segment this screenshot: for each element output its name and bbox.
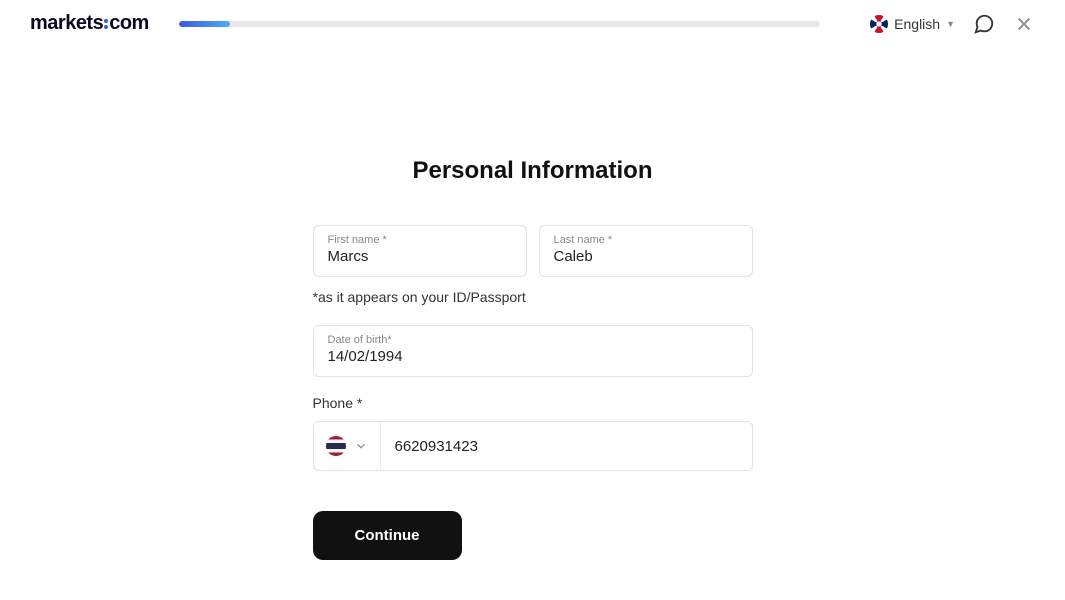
dob-input[interactable] <box>328 348 738 365</box>
continue-button[interactable]: Continue <box>313 511 462 560</box>
logo-text-2: com <box>109 12 149 35</box>
id-helper-text: *as it appears on your ID/Passport <box>313 289 753 305</box>
first-name-label: First name * <box>328 234 512 246</box>
progress-bar <box>179 21 820 27</box>
header: markets com English ▼ <box>0 0 1065 47</box>
dob-field[interactable]: Date of birth* <box>313 325 753 377</box>
first-name-input[interactable] <box>328 248 512 265</box>
language-label: English <box>894 16 940 32</box>
logo-text-1: markets <box>30 12 103 35</box>
language-selector[interactable]: English ▼ <box>870 15 955 33</box>
page-title: Personal Information <box>313 157 753 185</box>
chevron-down-icon: ▼ <box>946 19 955 29</box>
phone-field <box>313 421 753 471</box>
form-container: Personal Information First name * Last n… <box>313 157 753 560</box>
last-name-input[interactable] <box>554 248 738 265</box>
brand-logo: markets com <box>30 12 149 35</box>
phone-section-label: Phone * <box>313 395 753 411</box>
last-name-label: Last name * <box>554 234 738 246</box>
last-name-field[interactable]: Last name * <box>539 225 753 277</box>
close-icon[interactable] <box>1013 13 1035 35</box>
logo-colon-icon <box>104 19 108 29</box>
uk-flag-icon <box>870 15 888 33</box>
dob-label: Date of birth* <box>328 334 738 346</box>
thailand-flag-icon <box>326 436 346 456</box>
first-name-field[interactable]: First name * <box>313 225 527 277</box>
header-actions: English ▼ <box>870 13 1035 35</box>
chevron-down-icon <box>354 439 368 453</box>
country-code-selector[interactable] <box>314 422 381 470</box>
name-row: First name * Last name * <box>313 225 753 277</box>
phone-input[interactable] <box>381 422 752 470</box>
chat-icon[interactable] <box>973 13 995 35</box>
progress-fill <box>179 21 230 27</box>
